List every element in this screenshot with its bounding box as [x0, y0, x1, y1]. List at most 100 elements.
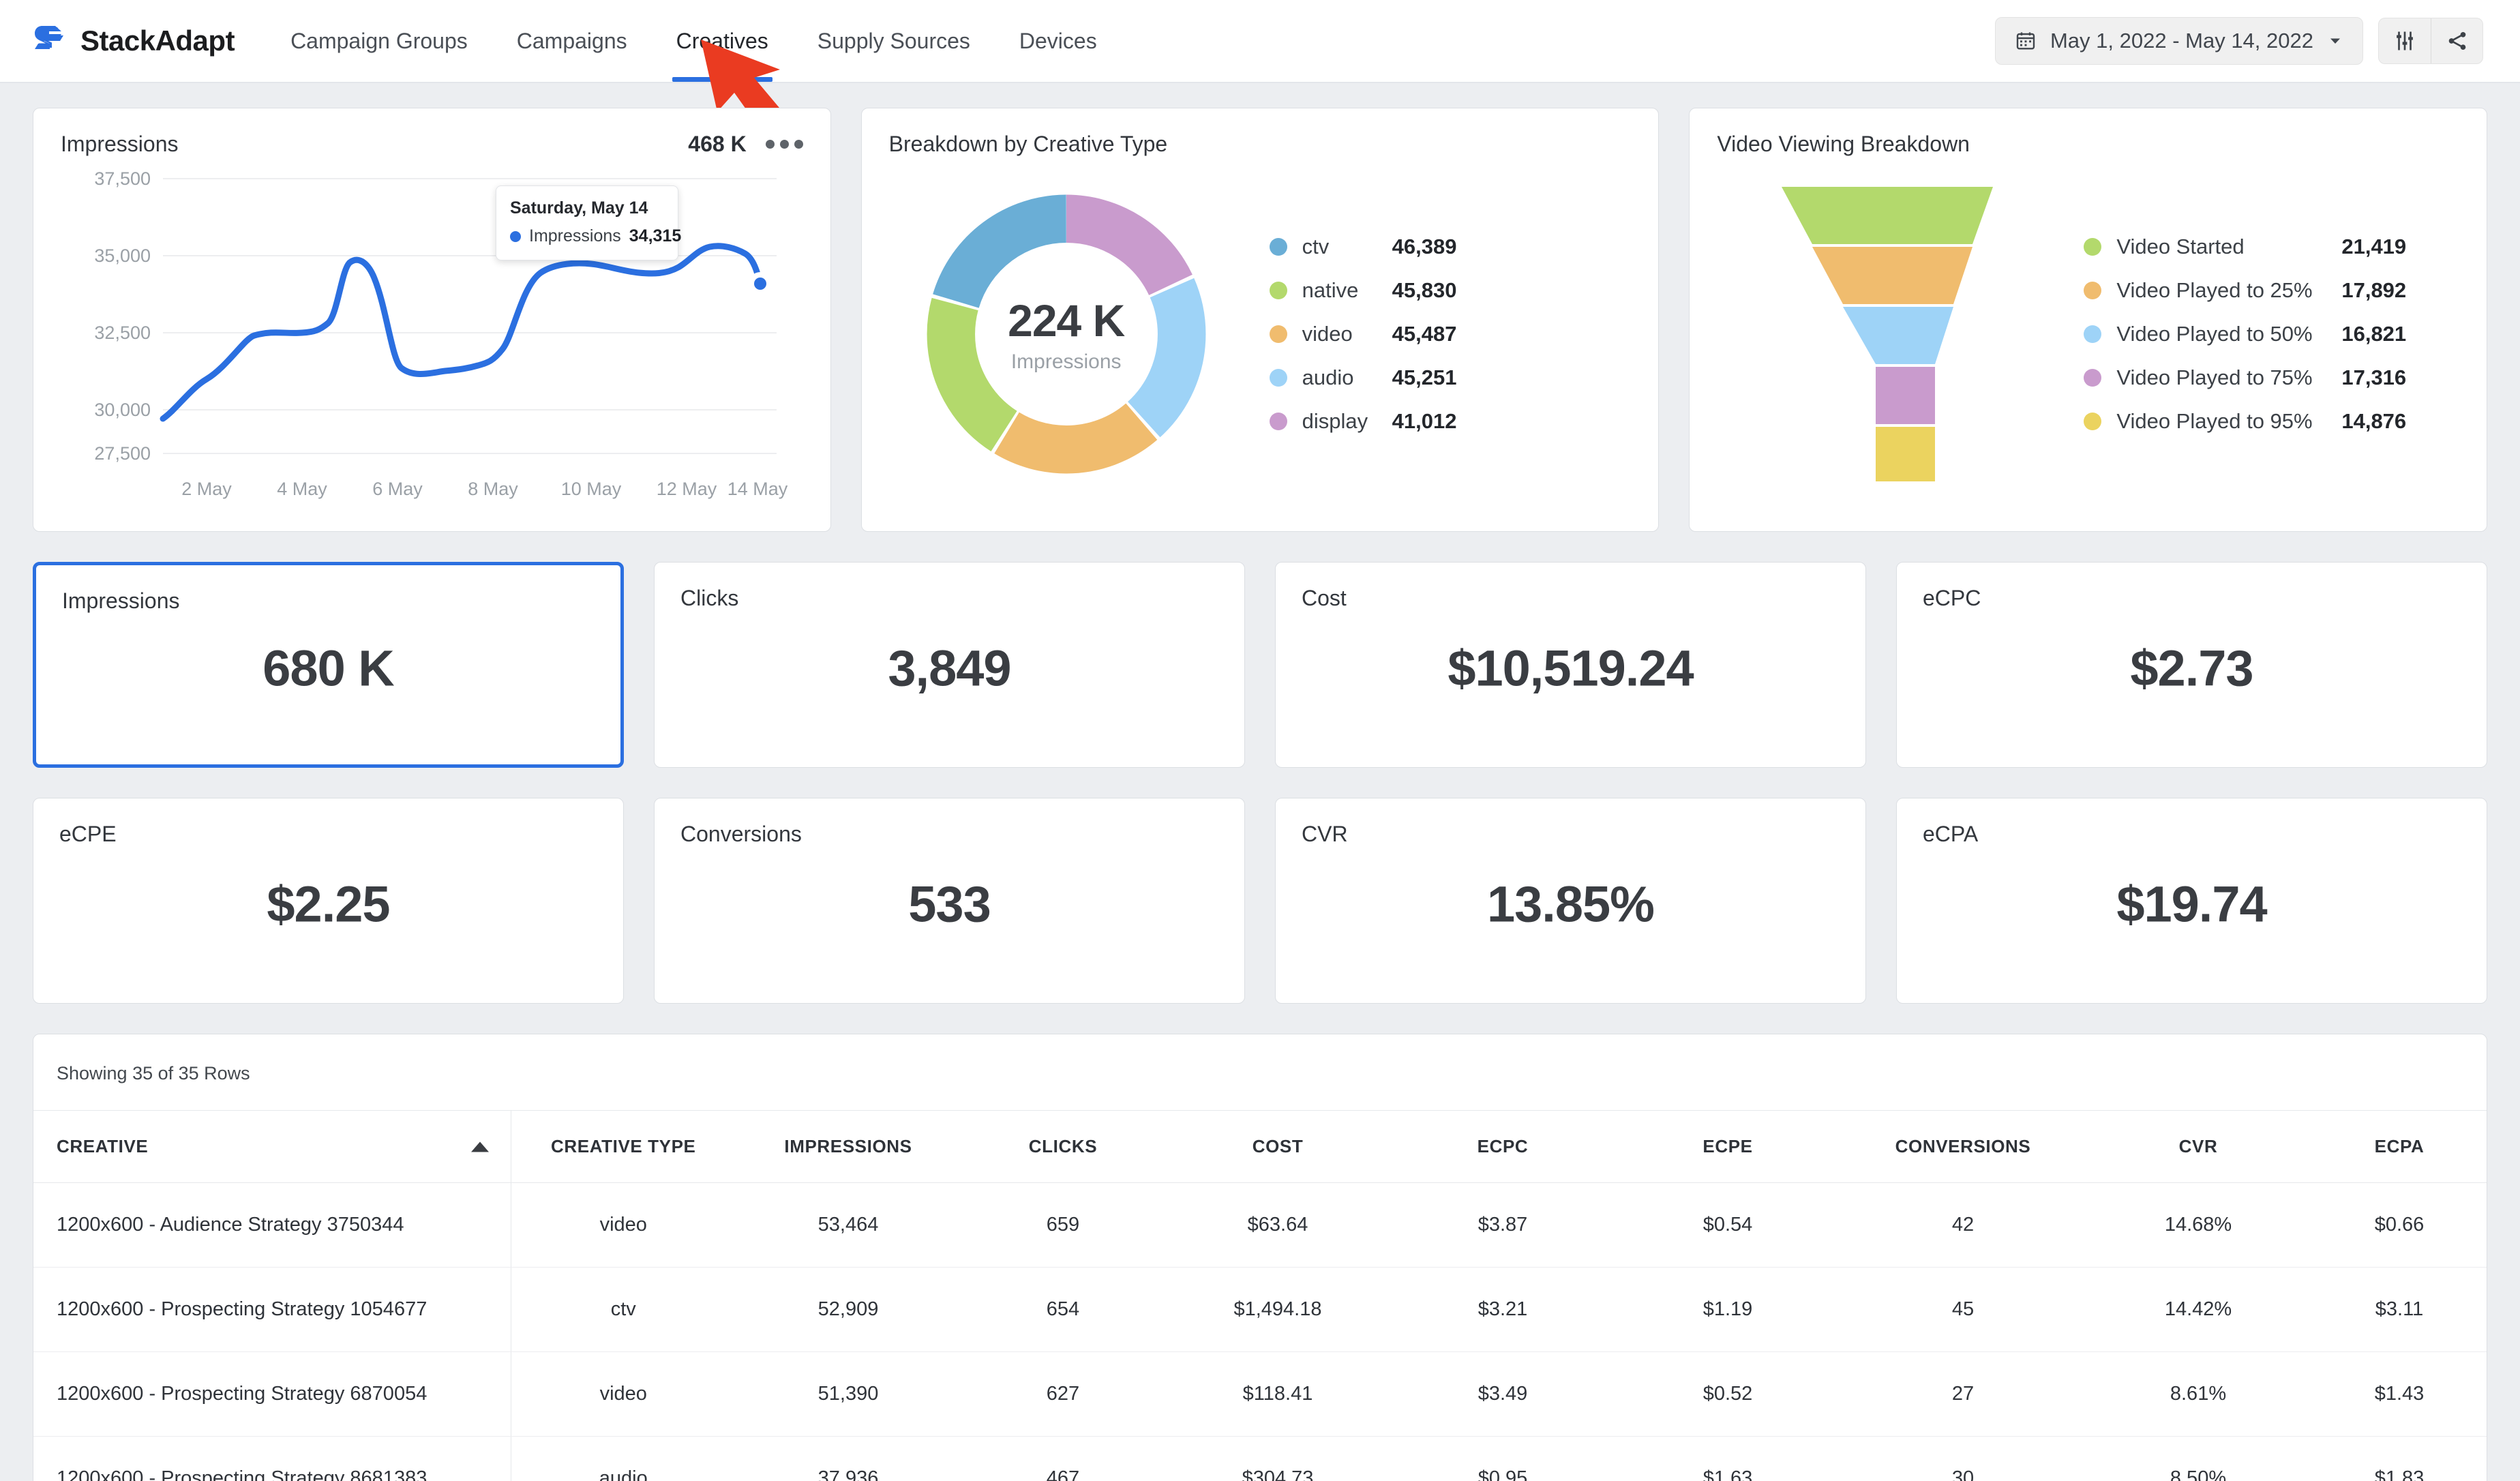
column-header-conversions[interactable]: CONVERSIONS — [1840, 1110, 2086, 1183]
column-header-ecpa[interactable]: ECPA — [2311, 1110, 2487, 1183]
cell-ecpc: $3.87 — [1390, 1182, 1615, 1268]
kpi-label: eCPA — [1923, 822, 1979, 846]
card-title: Impressions — [61, 132, 179, 156]
kpi-value: 680 K — [262, 640, 394, 697]
funnel-segment-25 — [1812, 247, 1973, 304]
column-settings-button[interactable] — [2379, 18, 2431, 63]
brand[interactable]: StackAdapt — [33, 23, 235, 59]
legend-value: 21,419 — [2341, 235, 2407, 258]
kpi-card-ecpc[interactable]: eCPC $2.73 — [1896, 562, 2487, 768]
card-title: Video Viewing Breakdown — [1717, 132, 1970, 156]
more-options-icon[interactable] — [765, 140, 803, 149]
table-row[interactable]: 1200x600 - Prospecting Strategy 1054677 … — [33, 1267, 2487, 1352]
cell-cost: $304.73 — [1165, 1436, 1390, 1481]
nav-item-creatives[interactable]: Creatives — [652, 0, 793, 82]
legend-item[interactable]: Video Played to 50% 16,821 — [2084, 322, 2406, 346]
kpi-value: $10,519.24 — [1448, 640, 1694, 697]
cell-ecpa: $1.83 — [2311, 1436, 2487, 1481]
column-header-cost[interactable]: COST — [1165, 1110, 1390, 1183]
nav-item-supply-sources[interactable]: Supply Sources — [793, 0, 995, 82]
funnel-chart — [1717, 184, 2058, 484]
kpi-card-impressions[interactable]: Impressions 680 K — [33, 562, 624, 768]
legend-item[interactable]: audio 45,251 — [1269, 365, 1457, 390]
legend-item[interactable]: Video Started 21,419 — [2084, 235, 2406, 259]
video-viewing-legend: Video Started 21,419 Video Played to 25%… — [2084, 235, 2406, 434]
sort-ascending-icon — [470, 1141, 489, 1152]
funnel-chart-body: Video Started 21,419 Video Played to 25%… — [1717, 157, 2459, 511]
legend-item[interactable]: native 45,830 — [1269, 278, 1457, 303]
svg-text:30,000: 30,000 — [94, 400, 151, 420]
date-range-label: May 1, 2022 - May 14, 2022 — [2050, 29, 2313, 53]
legend-item[interactable]: Video Played to 95% 14,876 — [2084, 409, 2406, 434]
table-row[interactable]: 1200x600 - Prospecting Strategy 6870054 … — [33, 1351, 2487, 1437]
cell-creative: 1200x600 - Prospecting Strategy 6870054 — [33, 1351, 511, 1437]
kpi-label: Cost — [1302, 586, 1347, 610]
table-row[interactable]: 1200x600 - Prospecting Strategy 8681383 … — [33, 1436, 2487, 1481]
cell-creative-type: audio — [511, 1436, 736, 1481]
calendar-icon — [2016, 32, 2035, 50]
column-header-creative[interactable]: CREATIVE — [33, 1110, 511, 1183]
cell-ecpe: $0.52 — [1615, 1351, 1840, 1437]
view-actions-group — [2378, 18, 2483, 64]
legend-color-dot — [1269, 369, 1287, 387]
svg-text:4 May: 4 May — [277, 479, 327, 499]
column-header-creative-type[interactable]: CREATIVE TYPE — [511, 1110, 736, 1183]
tooltip-date: Saturday, May 14 — [510, 198, 648, 218]
kpi-card-conversions[interactable]: Conversions 533 — [654, 798, 1245, 1004]
cell-ecpc: $3.49 — [1390, 1351, 1615, 1437]
tooltip-series-name: Impressions — [529, 226, 621, 245]
kpi-value: $2.73 — [2130, 640, 2253, 697]
legend-color-dot — [1269, 282, 1287, 299]
svg-text:32,500: 32,500 — [94, 323, 151, 343]
cell-cost: $118.41 — [1165, 1351, 1390, 1437]
svg-text:35,000: 35,000 — [94, 245, 151, 266]
legend-label: ctv — [1302, 235, 1330, 258]
table-row[interactable]: 1200x600 - Audience Strategy 3750344 vid… — [33, 1182, 2487, 1268]
legend-item[interactable]: Video Played to 75% 17,316 — [2084, 365, 2406, 390]
legend-value: 45,487 — [1392, 322, 1457, 346]
cell-creative-type: video — [511, 1182, 736, 1268]
cell-impressions: 37,936 — [736, 1436, 961, 1481]
column-header-impressions[interactable]: IMPRESSIONS — [736, 1110, 961, 1183]
cell-ecpe: $1.63 — [1615, 1436, 1840, 1481]
top-navigation-bar: StackAdapt Campaign Groups Campaigns Cre… — [0, 0, 2520, 128]
svg-text:14 May: 14 May — [728, 479, 788, 499]
kpi-label: Clicks — [680, 586, 739, 610]
cell-ecpc: $3.21 — [1390, 1267, 1615, 1352]
cell-creative-type: ctv — [511, 1267, 736, 1352]
legend-color-dot — [2084, 238, 2102, 256]
column-header-cvr[interactable]: CVR — [2086, 1110, 2311, 1183]
kpi-card-ecpe[interactable]: eCPE $2.25 — [33, 798, 624, 1004]
video-viewing-breakdown-card: Video Viewing Breakdown Video Started 21… — [1689, 108, 2488, 532]
column-header-ecpe[interactable]: ECPE — [1615, 1110, 1840, 1183]
kpi-card-clicks[interactable]: Clicks 3,849 — [654, 562, 1245, 768]
card-header: Video Viewing Breakdown — [1717, 132, 2459, 157]
nav-item-label: Supply Sources — [817, 28, 970, 53]
nav-item-label: Devices — [1019, 28, 1097, 53]
legend-value: 14,876 — [2341, 409, 2407, 433]
nav-item-campaigns[interactable]: Campaigns — [492, 0, 652, 82]
column-header-label: CLICKS — [1028, 1136, 1098, 1156]
share-button[interactable] — [2431, 18, 2482, 63]
card-header: Impressions 468 K — [61, 132, 803, 157]
funnel-segment-75 — [1876, 367, 1936, 424]
kpi-card-cvr[interactable]: CVR 13.85% — [1275, 798, 1866, 1004]
nav-item-campaign-groups[interactable]: Campaign Groups — [266, 0, 492, 82]
legend-item[interactable]: video 45,487 — [1269, 322, 1457, 346]
kpi-card-cost[interactable]: Cost $10,519.24 — [1275, 562, 1866, 768]
cell-ecpe: $1.19 — [1615, 1267, 1840, 1352]
legend-label: Video Played to 75% — [2116, 365, 2313, 389]
legend-value: 46,389 — [1392, 235, 1457, 258]
legend-item[interactable]: display 41,012 — [1269, 409, 1457, 434]
creatives-table: CREATIVE CREATIVE TYPE IMPRESSIONS CLICK… — [33, 1110, 2487, 1481]
legend-label: Video Started — [2116, 235, 2245, 258]
legend-item[interactable]: ctv 46,389 — [1269, 235, 1457, 259]
column-header-ecpc[interactable]: ECPC — [1390, 1110, 1615, 1183]
legend-item[interactable]: Video Played to 25% 17,892 — [2084, 278, 2406, 303]
card-title: Breakdown by Creative Type — [888, 132, 1168, 156]
kpi-card-ecpa[interactable]: eCPA $19.74 — [1896, 798, 2487, 1004]
svg-text:10 May: 10 May — [561, 479, 622, 499]
column-header-clicks[interactable]: CLICKS — [961, 1110, 1165, 1183]
nav-item-devices[interactable]: Devices — [995, 0, 1122, 82]
date-range-picker[interactable]: May 1, 2022 - May 14, 2022 — [1994, 17, 2363, 65]
